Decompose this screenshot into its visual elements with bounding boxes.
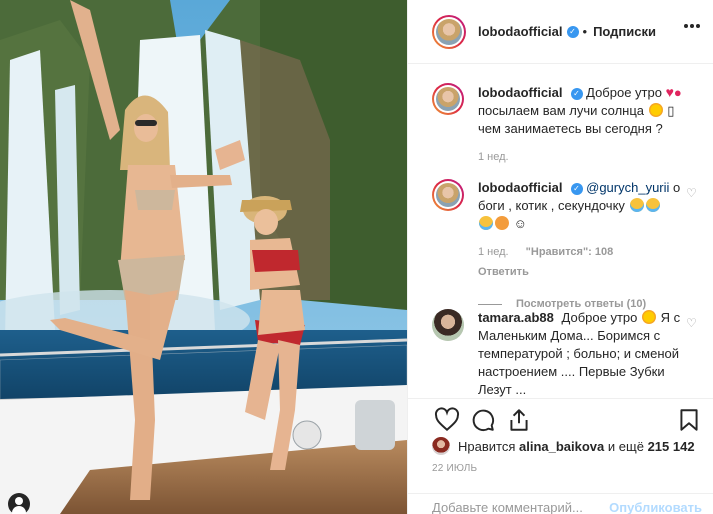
share-icon[interactable]: [506, 407, 532, 433]
comment-item: tamara.ab88 Доброе утро Я с Маленьким До…: [432, 309, 702, 398]
tears-of-joy-emoji-icon: [629, 198, 644, 212]
post-actions: Нравится alina_baikova и ещё 215 142 22 …: [408, 398, 713, 514]
add-comment-bar: Добавьте комментарий... Опубликовать: [408, 493, 713, 514]
comment-item: lobodaofficial ✓ @gurych_yurii о боги , к…: [432, 179, 702, 313]
post-header: lobodaofficial ✓ • Подписки: [408, 0, 713, 64]
balloon-emoji-icon: ●: [673, 85, 682, 100]
comment-like-heart-icon[interactable]: ♡: [686, 187, 698, 199]
following-button[interactable]: Подписки: [593, 24, 656, 39]
liked-prefix: Нравится: [458, 438, 516, 454]
comment-icon[interactable]: [470, 407, 496, 433]
post-photo-image: [0, 0, 407, 514]
comment-avatar[interactable]: [432, 309, 464, 341]
tears-of-joy-emoji-icon: [479, 216, 493, 230]
liked-count[interactable]: 215 142: [648, 439, 695, 454]
comment-meta: 1 нед. "Нравится": 108: [478, 243, 686, 261]
reply-button[interactable]: Ответить: [478, 263, 686, 281]
comment-text: Доброе утро: [561, 310, 638, 325]
smile-emoji-icon: ☺: [510, 216, 527, 231]
tagged-users-icon[interactable]: [8, 493, 30, 514]
liker-avatar[interactable]: [432, 437, 450, 455]
caption-comment: lobodaofficial ✓ Доброе утро ♥● посылаем …: [432, 83, 702, 166]
verified-badge-icon: ✓: [570, 87, 583, 100]
comment-like-heart-icon[interactable]: ♡: [686, 317, 698, 329]
post-side-panel: lobodaofficial ✓ • Подписки lobodaoffici…: [407, 0, 713, 514]
comments-list[interactable]: lobodaofficial ✓ Доброе утро ♥● посылаем …: [408, 65, 713, 398]
verified-badge-icon: ✓: [570, 182, 583, 195]
pleading-emoji-icon: [495, 216, 509, 230]
header-separator: •: [582, 24, 588, 39]
likes-summary: Нравится alina_baikova и ещё 215 142: [432, 437, 695, 455]
bookmark-icon[interactable]: [676, 407, 702, 433]
comment-mention[interactable]: @gurych_yurii: [586, 180, 669, 195]
publish-button[interactable]: Опубликовать: [609, 500, 702, 514]
author-username[interactable]: lobodaofficial: [478, 24, 563, 39]
comment-likes[interactable]: "Нравится": 108: [526, 246, 614, 258]
comment-username[interactable]: lobodaofficial: [478, 180, 563, 195]
sun-emoji-icon: [641, 310, 656, 324]
liked-and: и ещё: [607, 438, 644, 454]
replies-divider: [478, 303, 502, 305]
action-icons: [424, 407, 700, 435]
heart-emoji-icon: ♥: [665, 84, 674, 100]
post-date[interactable]: 22 ИЮЛЬ: [432, 463, 477, 474]
sun-emoji-icon: [648, 103, 663, 117]
post-photo[interactable]: [0, 0, 407, 514]
comment-time[interactable]: 1 нед.: [478, 151, 509, 163]
comment-username[interactable]: lobodaofficial: [478, 85, 563, 100]
comment-meta: 1 нед.: [478, 148, 686, 166]
tears-of-joy-emoji-icon: [645, 198, 660, 212]
comment-text: Доброе утро: [586, 85, 662, 100]
comment-time[interactable]: 1 нед.: [478, 246, 509, 258]
comment-text-line3: чем занимаетесь вы сегодня ?: [478, 121, 663, 136]
verified-badge-icon: ✓: [566, 25, 579, 38]
comment-input[interactable]: Добавьте комментарий...: [432, 500, 583, 514]
comment-avatar[interactable]: [432, 83, 464, 115]
comment-text-line2: посылаем вам лучи солнца: [478, 103, 645, 118]
author-avatar[interactable]: [432, 14, 466, 49]
more-options-icon[interactable]: [684, 24, 700, 28]
comment-username[interactable]: tamara.ab88: [478, 310, 554, 325]
heart-icon[interactable]: [434, 407, 460, 433]
comment-avatar[interactable]: [432, 179, 464, 211]
liked-user[interactable]: alina_baikova: [519, 439, 604, 454]
